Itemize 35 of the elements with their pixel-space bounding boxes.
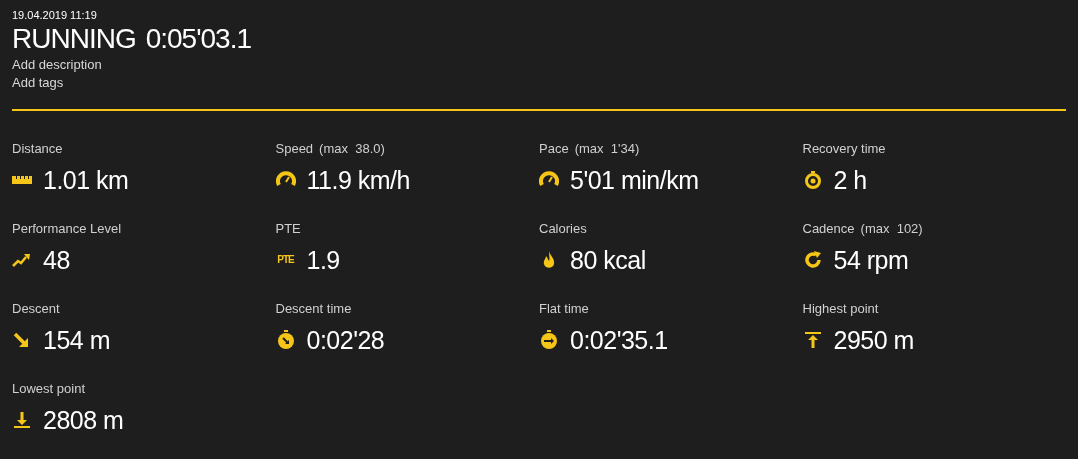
metric-value: 0:02'35.1 — [570, 325, 668, 355]
metric-label: Descent — [12, 301, 60, 317]
metric-label: Descent time — [275, 301, 352, 317]
metric-max: (max 38.0) — [319, 141, 385, 157]
add-link[interactable]: Add tags — [12, 74, 64, 92]
metric-label: Distance — [12, 141, 63, 157]
metric-value: 2 h — [833, 165, 867, 195]
metric-value: 5'01 min/km — [570, 165, 699, 195]
pte-icon: PTE — [277, 255, 294, 265]
metric-value: 2950 m — [833, 325, 914, 355]
metric-value: 80 kcal — [570, 245, 646, 275]
activity-date: 19.04.2019 11:19 — [12, 8, 98, 22]
metric-value: 154 m — [43, 325, 110, 355]
metric-label: Recovery time — [802, 141, 886, 157]
activity-duration: 0:05'03.1 — [145, 22, 251, 56]
metric-value: 2808 m — [43, 405, 124, 435]
metric-max: (max 1'34) — [574, 141, 640, 157]
metric-label: Speed — [275, 141, 314, 157]
metric-label: Pace — [539, 141, 569, 157]
metric-value: 11.9 km/h — [306, 165, 410, 195]
metric-label: Flat time — [539, 301, 589, 317]
metric-max: (max 102) — [860, 221, 923, 237]
add-link[interactable]: Add description — [12, 56, 102, 74]
metric-value: 0:02'28 — [306, 325, 385, 355]
metric-label: PTE — [275, 221, 301, 237]
metric-label: Performance Level — [12, 221, 122, 237]
activity-type: RUNNING — [12, 22, 136, 56]
metric-value: 48 — [43, 245, 70, 275]
metric-label: Calories — [539, 221, 587, 237]
metric-value: 1.9 — [306, 245, 340, 275]
metric-value: 1.01 km — [43, 165, 129, 195]
metric-value: 54 rpm — [833, 245, 909, 275]
metric-label: Lowest point — [12, 381, 85, 397]
metric-label: Cadence — [802, 221, 855, 237]
metric-label: Highest point — [802, 301, 879, 317]
